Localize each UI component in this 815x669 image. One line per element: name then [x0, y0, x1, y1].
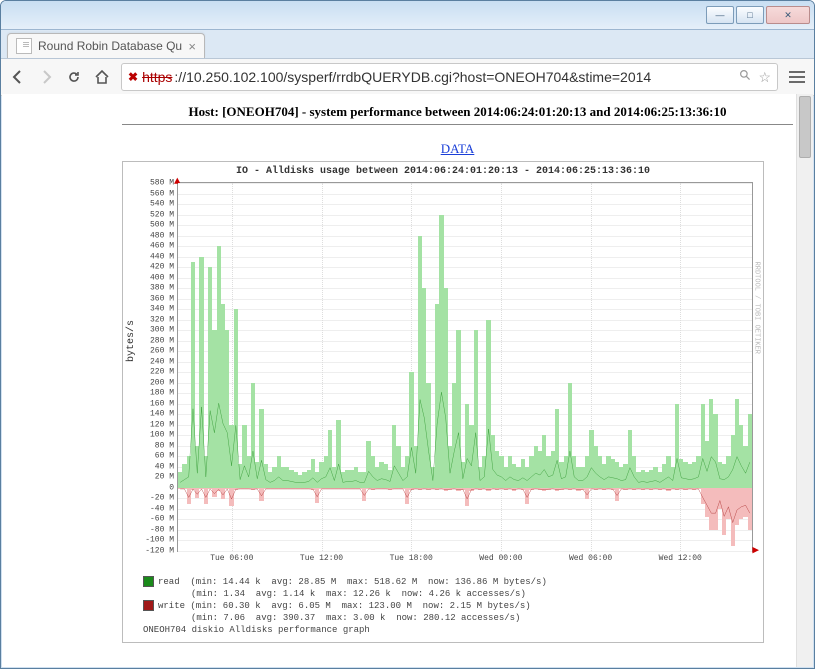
ytick-label: 260 M — [134, 347, 178, 356]
home-button[interactable] — [93, 68, 111, 86]
browser-toolbar: ✖ https ://10.250.102.100/sysperf/rrdbQU… — [1, 59, 814, 96]
heading-rule — [122, 124, 793, 125]
ytick-label: 0 — [134, 483, 178, 492]
ytick-label: 160 M — [134, 399, 178, 408]
ytick-label: 240 M — [134, 357, 178, 366]
menu-button[interactable] — [788, 68, 806, 86]
ytick-label: 480 M — [134, 231, 178, 240]
ytick-label: 440 M — [134, 252, 178, 261]
ytick-label: -20 M — [134, 494, 178, 503]
ytick-label: 460 M — [134, 242, 178, 251]
tab-close-icon[interactable]: × — [188, 39, 196, 54]
url-text: ://10.250.102.100/sysperf/rrdbQUERYDB.cg… — [174, 69, 733, 85]
page-heading: Host: [ONEOH704] - system performance be… — [122, 104, 793, 120]
ytick-label: 560 M — [134, 189, 178, 198]
data-link[interactable]: DATA — [122, 141, 793, 157]
back-button[interactable] — [9, 68, 27, 86]
browser-tab[interactable]: Round Robin Database Qu × — [7, 33, 205, 58]
insecure-icon: ✖ — [128, 70, 138, 84]
ytick-label: 520 M — [134, 210, 178, 219]
scrollbar-thumb[interactable] — [799, 96, 811, 158]
ytick-label: 300 M — [134, 326, 178, 335]
ytick-label: 420 M — [134, 263, 178, 272]
ytick-label: 340 M — [134, 305, 178, 314]
xtick-label: Wed 00:00 — [479, 551, 522, 563]
ytick-label: -100 M — [134, 536, 178, 545]
chart-watermark: RRDTOOL / TOBI OETIKER — [752, 262, 760, 354]
window-maximize-button[interactable]: □ — [736, 6, 764, 24]
ytick-label: 540 M — [134, 200, 178, 209]
reload-button[interactable] — [65, 68, 83, 86]
page-content: Host: [ONEOH704] - system performance be… — [2, 94, 813, 651]
ytick-label: 220 M — [134, 368, 178, 377]
ytick-label: 200 M — [134, 378, 178, 387]
chart-title: IO - Alldisks usage between 2014:06:24:0… — [123, 166, 763, 177]
ytick-label: 180 M — [134, 389, 178, 398]
ytick-label: 140 M — [134, 410, 178, 419]
bookmark-star-icon[interactable]: ☆ — [758, 69, 771, 86]
url-scheme: https — [142, 69, 172, 85]
ytick-label: 400 M — [134, 273, 178, 282]
ytick-label: 500 M — [134, 221, 178, 230]
ytick-label: -80 M — [134, 525, 178, 534]
io-chart: IO - Alldisks usage between 2014:06:24:0… — [122, 161, 764, 643]
tab-title: Round Robin Database Qu — [38, 39, 182, 53]
ytick-label: 120 M — [134, 420, 178, 429]
browser-tabstrip: Round Robin Database Qu × — [1, 30, 814, 59]
ytick-label: 580 M — [134, 179, 178, 188]
xtick-label: Tue 18:00 — [390, 551, 433, 563]
axis-arrow-icon: ▶ — [752, 543, 759, 557]
xtick-label: Wed 06:00 — [569, 551, 612, 563]
chart-legend: read (min: 14.44 k avg: 28.85 M max: 518… — [143, 576, 753, 636]
ytick-label: 100 M — [134, 431, 178, 440]
ytick-label: 320 M — [134, 315, 178, 324]
forward-button[interactable] — [37, 68, 55, 86]
ytick-label: -60 M — [134, 515, 178, 524]
search-icon[interactable] — [739, 69, 752, 85]
xtick-label: Tue 12:00 — [300, 551, 343, 563]
ytick-label: 360 M — [134, 294, 178, 303]
xtick-label: Tue 06:00 — [210, 551, 253, 563]
hamburger-icon — [789, 71, 805, 83]
ytick-label: -40 M — [134, 504, 178, 513]
ytick-label: 40 M — [134, 462, 178, 471]
chart-footer: ONEOH704 diskio Alldisks performance gra… — [143, 624, 753, 636]
ytick-label: 80 M — [134, 441, 178, 450]
page-viewport: Host: [ONEOH704] - system performance be… — [2, 94, 813, 667]
ytick-label: -120 M — [134, 547, 178, 556]
xtick-label: Wed 12:00 — [659, 551, 702, 563]
ytick-label: 60 M — [134, 452, 178, 461]
vertical-scrollbar[interactable] — [796, 94, 813, 667]
chart-plot-area: ▲ ▶ -120 M-100 M-80 M-60 M-40 M-20 M020 … — [177, 182, 753, 552]
window-frame: — □ ✕ Round Robin Database Qu × ✖ https … — [0, 0, 815, 669]
ytick-label: 380 M — [134, 284, 178, 293]
ytick-label: 280 M — [134, 336, 178, 345]
page-icon — [16, 38, 32, 54]
window-close-button[interactable]: ✕ — [766, 6, 810, 24]
address-bar[interactable]: ✖ https ://10.250.102.100/sysperf/rrdbQU… — [121, 63, 778, 91]
ytick-label: 20 M — [134, 473, 178, 482]
window-minimize-button[interactable]: — — [706, 6, 734, 24]
